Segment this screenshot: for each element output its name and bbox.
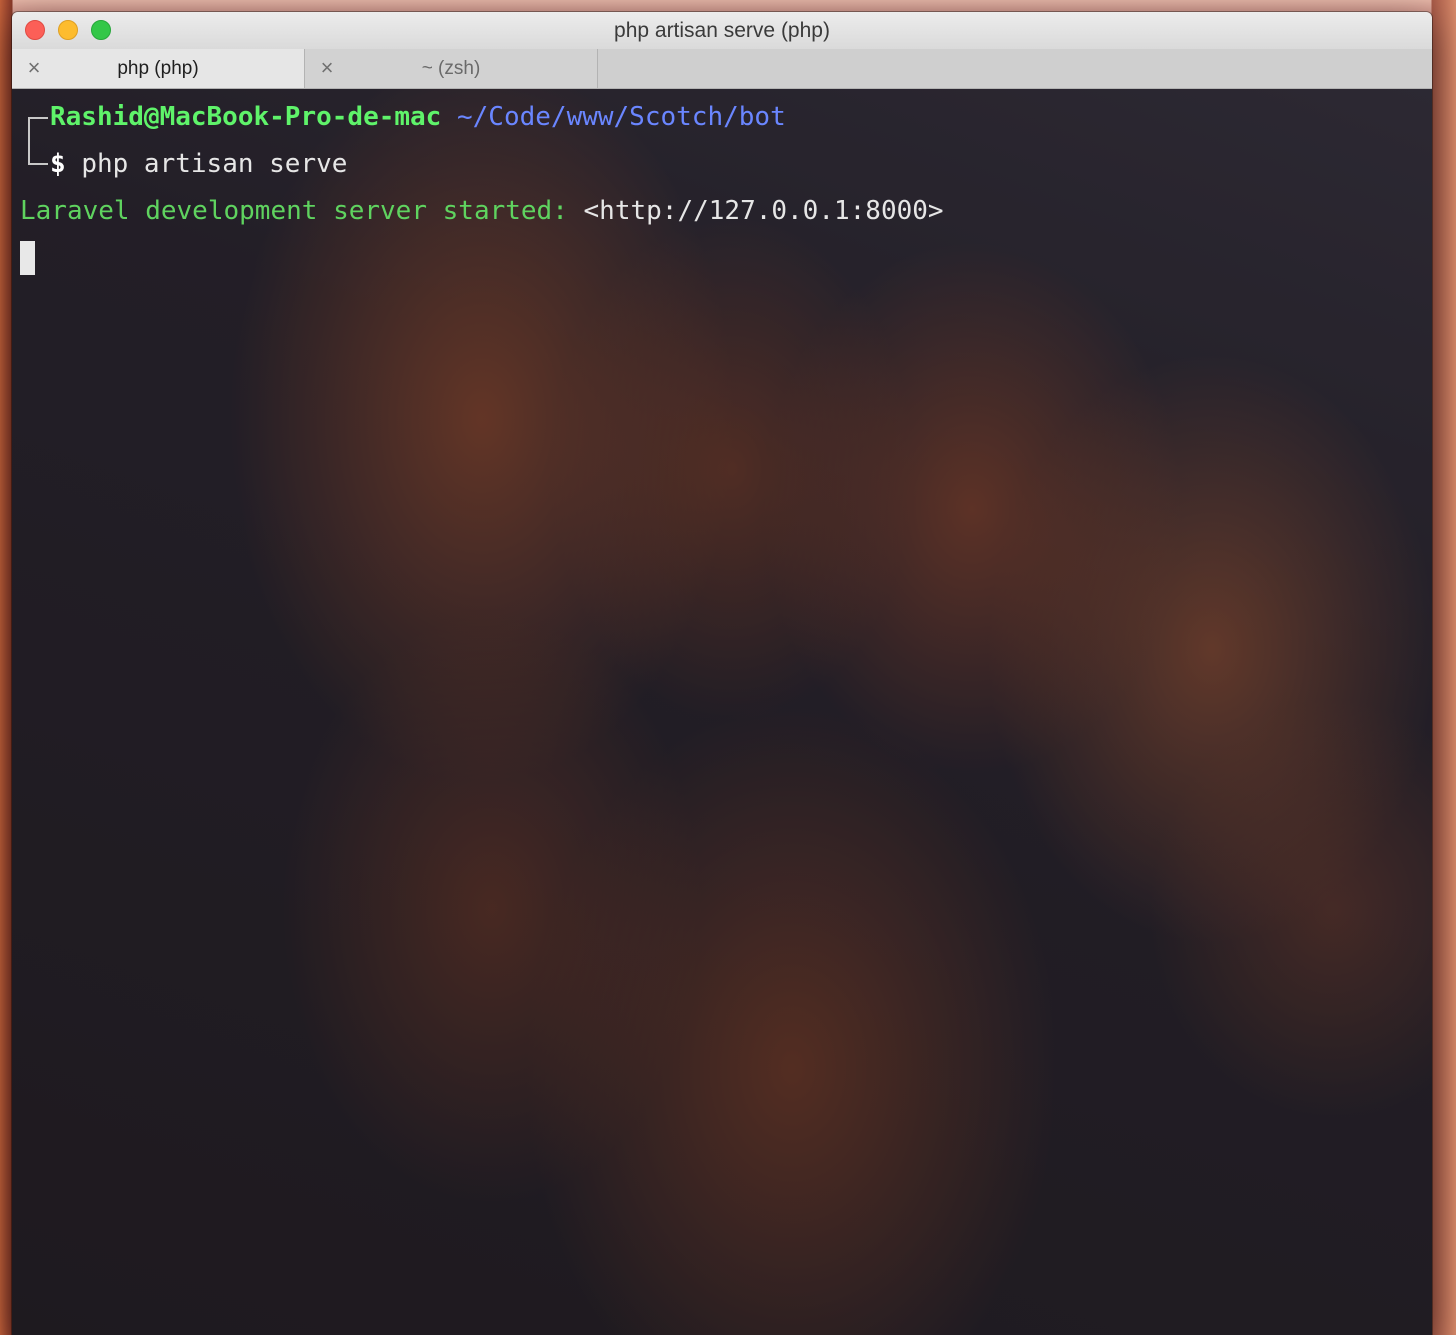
user-host: Rashid@MacBook-Pro-de-mac	[50, 102, 442, 132]
terminal-content[interactable]: Rashid@MacBook-Pro-de-mac ~/Code/www/Sco…	[12, 89, 1432, 1335]
server-started-message: Laravel development server started:	[20, 196, 568, 226]
window-title: php artisan serve (php)	[614, 19, 830, 42]
tab-php[interactable]: × php (php)	[12, 49, 305, 88]
command-text: php artisan serve	[81, 149, 348, 179]
terminal-cursor	[20, 241, 35, 275]
prompt-line: Rashid@MacBook-Pro-de-mac ~/Code/www/Sco…	[50, 97, 786, 137]
command-line: $ php artisan serve	[50, 144, 347, 184]
title-bar[interactable]: php artisan serve (php)	[12, 12, 1432, 50]
tab-label: ~ (zsh)	[421, 58, 481, 79]
current-directory: ~/Code/www/Scotch/bot	[457, 102, 786, 132]
prompt-bracket-end	[28, 161, 48, 165]
terminal-window: php artisan serve (php) × php (php) × ~ …	[12, 12, 1432, 1335]
tab-zsh[interactable]: × ~ (zsh)	[305, 49, 598, 88]
server-url: <http://127.0.0.1:8000>	[583, 196, 944, 226]
prompt-symbol: $	[50, 149, 66, 179]
tab-bar: × php (php) × ~ (zsh)	[12, 49, 1432, 89]
tab-label: php (php)	[117, 58, 199, 79]
prompt-bracket	[28, 117, 48, 163]
output-line: Laravel development server started: <htt…	[20, 191, 944, 231]
